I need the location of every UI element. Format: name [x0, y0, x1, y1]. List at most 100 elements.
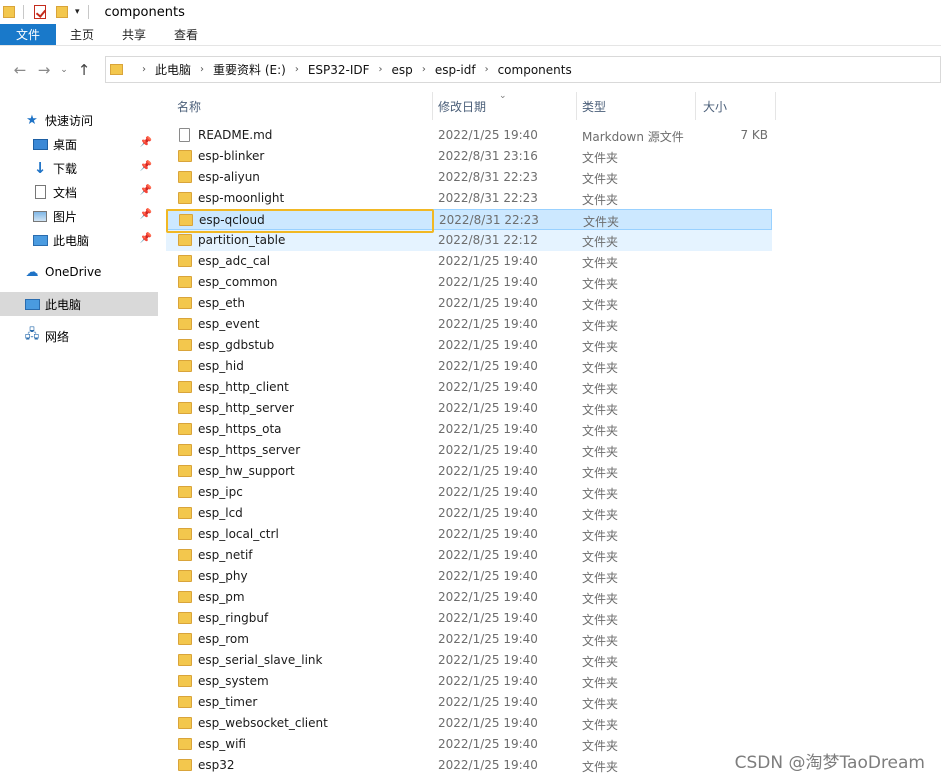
sidebar-item-label: 下载 [53, 161, 78, 176]
table-row[interactable]: esp32 2022/1/25 19:40 文件夹 [166, 755, 772, 776]
pin-icon[interactable]: 📌 [140, 233, 152, 244]
table-row[interactable]: esp_hid 2022/1/25 19:40 文件夹 [166, 356, 772, 377]
file-date: 2022/1/25 19:40 [438, 296, 538, 310]
table-row[interactable]: esp_gdbstub 2022/1/25 19:40 文件夹 [166, 335, 772, 356]
sidebar-item-this-pc-pinned[interactable]: 此电脑 📌 [0, 228, 158, 252]
up-icon[interactable]: ↑ [72, 61, 96, 79]
column-header-date[interactable]: 修改日期 [438, 92, 486, 120]
table-row[interactable]: esp-blinker 2022/8/31 23:16 文件夹 [166, 146, 772, 167]
sidebar-item-pictures[interactable]: 图片 📌 [0, 204, 158, 228]
folder-icon [178, 192, 192, 204]
folder-icon [178, 675, 192, 687]
table-row[interactable]: esp-aliyun 2022/8/31 22:23 文件夹 [166, 167, 772, 188]
breadcrumb-components[interactable]: components [498, 63, 572, 77]
table-row[interactable]: esp_ipc 2022/1/25 19:40 文件夹 [166, 482, 772, 503]
sidebar-item-network[interactable]: 🖧 网络 [0, 324, 158, 348]
table-row[interactable]: esp-qcloud 2022/8/31 22:23 文件夹 [166, 209, 772, 230]
chevron-right-icon[interactable]: › [422, 64, 426, 75]
table-row[interactable]: esp_http_client 2022/1/25 19:40 文件夹 [166, 377, 772, 398]
column-header-size[interactable]: 大小 [703, 92, 727, 120]
table-row[interactable]: esp_ringbuf 2022/1/25 19:40 文件夹 [166, 608, 772, 629]
sidebar-item-label: 此电脑 [53, 233, 90, 248]
file-date: 2022/8/31 22:12 [438, 233, 538, 247]
table-row[interactable]: README.md 2022/1/25 19:40 Markdown 源文件 7 KB [166, 125, 772, 146]
pin-icon[interactable]: 📌 [140, 161, 152, 172]
sidebar-item-desktop[interactable]: 桌面 📌 [0, 132, 158, 156]
column-divider[interactable] [432, 92, 433, 120]
file-date: 2022/1/25 19:40 [438, 275, 538, 289]
file-name: esp_eth [198, 296, 245, 310]
file-list: 名称 ⌄ 修改日期 类型 大小 README.md 2022/1/25 19:40… [166, 91, 941, 781]
file-date: 2022/1/25 19:40 [438, 317, 538, 331]
breadcrumb-esp[interactable]: esp [392, 63, 413, 77]
column-divider[interactable] [695, 92, 696, 120]
file-type: 文件夹 [583, 215, 620, 229]
table-row[interactable]: esp_local_ctrl 2022/1/25 19:40 文件夹 [166, 524, 772, 545]
chevron-right-icon[interactable]: › [379, 64, 383, 75]
properties-check-icon[interactable] [34, 5, 46, 19]
table-row[interactable]: esp_rom 2022/1/25 19:40 文件夹 [166, 629, 772, 650]
file-type: 文件夹 [582, 550, 619, 564]
table-row[interactable]: esp_wifi 2022/1/25 19:40 文件夹 [166, 734, 772, 755]
tab-home[interactable]: 主页 [56, 24, 108, 45]
column-divider[interactable] [576, 92, 577, 120]
table-row[interactable]: esp_system 2022/1/25 19:40 文件夹 [166, 671, 772, 692]
tab-file[interactable]: 文件 [0, 24, 56, 45]
chevron-right-icon[interactable]: › [485, 64, 489, 75]
file-date: 2022/1/25 19:40 [438, 128, 538, 142]
table-row[interactable]: esp_phy 2022/1/25 19:40 文件夹 [166, 566, 772, 587]
pin-icon[interactable]: 📌 [140, 209, 152, 220]
pin-icon[interactable]: 📌 [140, 137, 152, 148]
recent-locations-icon[interactable]: ⌄ [56, 65, 72, 75]
file-name: README.md [198, 128, 273, 142]
table-row[interactable]: esp_adc_cal 2022/1/25 19:40 文件夹 [166, 251, 772, 272]
table-row[interactable]: esp_eth 2022/1/25 19:40 文件夹 [166, 293, 772, 314]
tab-view[interactable]: 查看 [160, 24, 212, 45]
customize-dropdown-icon[interactable]: ▾ [75, 7, 80, 17]
table-row[interactable]: esp_lcd 2022/1/25 19:40 文件夹 [166, 503, 772, 524]
table-row[interactable]: esp_pm 2022/1/25 19:40 文件夹 [166, 587, 772, 608]
sidebar-item-quick-access[interactable]: ★ 快速访问 [0, 108, 158, 132]
back-icon[interactable]: ← [8, 61, 32, 79]
table-row[interactable]: partition_table 2022/8/31 22:12 文件夹 [166, 230, 772, 251]
file-type: 文件夹 [582, 361, 619, 375]
file-name: esp_https_ota [198, 422, 282, 436]
breadcrumb-this-pc[interactable]: 此电脑 [155, 61, 191, 78]
address-bar[interactable]: › 此电脑 › 重要资料 (E:) › ESP32-IDF › esp › es… [105, 56, 941, 83]
table-row[interactable]: esp_http_server 2022/1/25 19:40 文件夹 [166, 398, 772, 419]
file-date: 2022/8/31 22:23 [438, 191, 538, 205]
file-name: esp_lcd [198, 506, 243, 520]
sidebar-item-onedrive[interactable]: ☁ OneDrive [0, 260, 158, 284]
file-date: 2022/1/25 19:40 [438, 716, 538, 730]
breadcrumb-esp-idf[interactable]: esp-idf [435, 63, 476, 77]
chevron-right-icon[interactable]: › [295, 64, 299, 75]
table-row[interactable]: esp_timer 2022/1/25 19:40 文件夹 [166, 692, 772, 713]
table-row[interactable]: esp_websocket_client 2022/1/25 19:40 文件夹 [166, 713, 772, 734]
table-row[interactable]: esp_serial_slave_link 2022/1/25 19:40 文件夹 [166, 650, 772, 671]
table-row[interactable]: esp-moonlight 2022/8/31 22:23 文件夹 [166, 188, 772, 209]
column-divider[interactable] [775, 92, 776, 120]
table-row[interactable]: esp_https_server 2022/1/25 19:40 文件夹 [166, 440, 772, 461]
breadcrumb-drive-e[interactable]: 重要资料 (E:) [213, 61, 286, 78]
forward-icon[interactable]: → [32, 61, 56, 79]
tab-share[interactable]: 共享 [108, 24, 160, 45]
column-header-name[interactable]: 名称 [177, 92, 201, 120]
sidebar-item-this-pc[interactable]: 此电脑 [0, 292, 158, 316]
table-row[interactable]: esp_netif 2022/1/25 19:40 文件夹 [166, 545, 772, 566]
table-row[interactable]: esp_hw_support 2022/1/25 19:40 文件夹 [166, 461, 772, 482]
table-row[interactable]: esp_event 2022/1/25 19:40 文件夹 [166, 314, 772, 335]
sidebar-item-downloads[interactable]: ↓ 下载 📌 [0, 156, 158, 180]
file-type: 文件夹 [582, 634, 619, 648]
sidebar-item-label: 此电脑 [45, 297, 82, 312]
file-date: 2022/1/25 19:40 [438, 632, 538, 646]
table-row[interactable]: esp_https_ota 2022/1/25 19:40 文件夹 [166, 419, 772, 440]
file-date: 2022/1/25 19:40 [438, 338, 538, 352]
column-header-type[interactable]: 类型 [582, 92, 606, 120]
new-folder-icon[interactable] [56, 6, 68, 18]
table-row[interactable]: esp_common 2022/1/25 19:40 文件夹 [166, 272, 772, 293]
breadcrumb-esp32-idf[interactable]: ESP32-IDF [308, 63, 370, 77]
chevron-right-icon[interactable]: › [200, 64, 204, 75]
sidebar-item-documents[interactable]: 文档 📌 [0, 180, 158, 204]
pin-icon[interactable]: 📌 [140, 185, 152, 196]
folder-icon [178, 339, 192, 351]
